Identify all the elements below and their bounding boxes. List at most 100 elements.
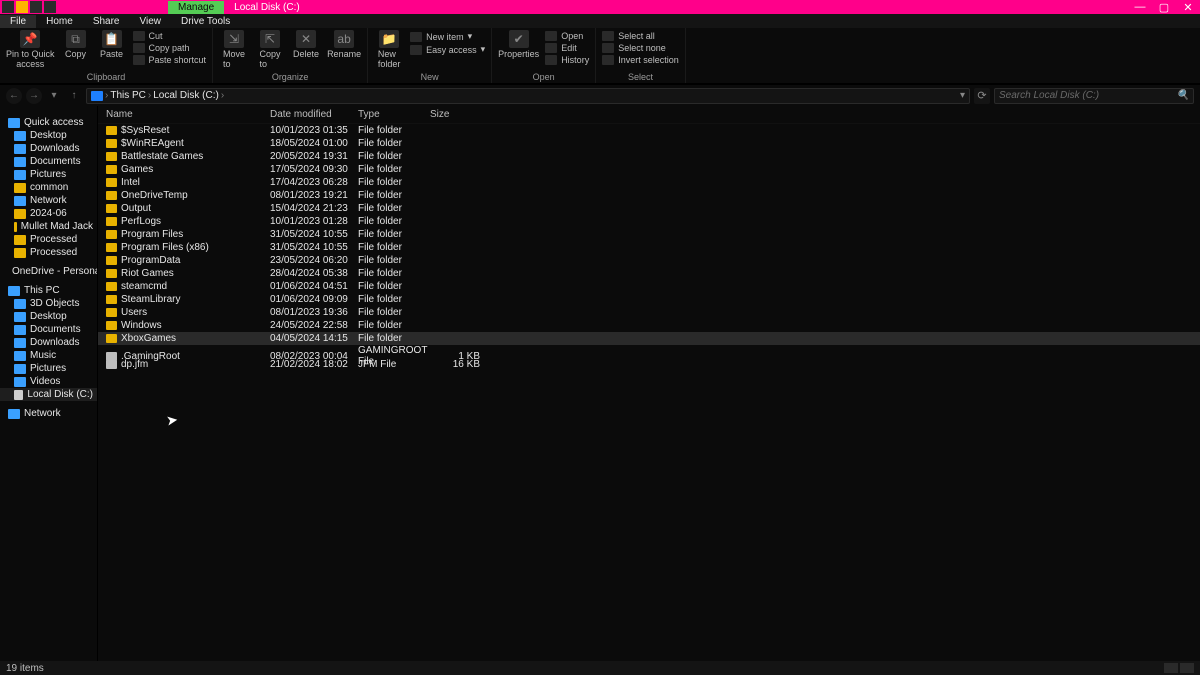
sidebar-item-onedrive[interactable]: OneDrive - Personal — [0, 265, 97, 278]
file-type: File folder — [358, 203, 430, 214]
tab-view[interactable]: View — [130, 15, 172, 28]
nav-forward-button[interactable]: → — [26, 88, 42, 104]
address-bar[interactable]: › This PC › Local Disk (C:) › ▾ — [86, 88, 970, 104]
file-list[interactable]: Name Date modified Type Size $SysReset10… — [98, 106, 1200, 661]
file-row[interactable]: Program Files31/05/2024 10:55File folder — [98, 228, 1200, 241]
sidebar-item-pictures[interactable]: Pictures — [0, 362, 97, 375]
sidebar-item-local-disk-c[interactable]: Local Disk (C:) — [0, 388, 97, 401]
sidebar-item-network[interactable]: Network — [0, 194, 97, 207]
folder-icon — [106, 269, 117, 278]
copy-path-icon — [133, 43, 145, 53]
tab-file[interactable]: File — [0, 15, 36, 28]
file-row[interactable]: PerfLogs10/01/2023 01:28File folder — [98, 215, 1200, 228]
sidebar-item-documents[interactable]: Documents — [0, 155, 97, 168]
refresh-button[interactable]: ⟳ — [974, 88, 990, 104]
search-input[interactable]: Search Local Disk (C:) 🔍 — [994, 88, 1194, 104]
details-view-button[interactable] — [1164, 663, 1178, 673]
select-none-label: Select none — [618, 43, 666, 53]
rename-button[interactable]: abRename — [327, 30, 361, 59]
copy-path-button[interactable]: Copy path — [133, 42, 207, 54]
maximize-button[interactable]: ▢ — [1152, 1, 1176, 14]
address-dropdown-icon[interactable]: ▾ — [960, 90, 965, 101]
sidebar-item-documents[interactable]: Documents — [0, 323, 97, 336]
sidebar-item-quick-access[interactable]: Quick access — [0, 116, 97, 129]
col-date[interactable]: Date modified — [270, 109, 358, 120]
history-button[interactable]: History — [545, 54, 589, 66]
sidebar-item-processed[interactable]: Processed — [0, 246, 97, 259]
file-row[interactable]: .GamingRoot08/02/2023 00:04GAMINGROOT Fi… — [98, 345, 1200, 358]
file-row[interactable]: Riot Games28/04/2024 05:38File folder — [98, 267, 1200, 280]
status-bar: 19 items — [0, 661, 1200, 675]
sidebar-item-desktop[interactable]: Desktop — [0, 310, 97, 323]
nav-back-button[interactable]: ← — [6, 88, 22, 104]
col-name[interactable]: Name — [106, 109, 270, 120]
open-button[interactable]: Open — [545, 30, 589, 42]
sidebar-item-downloads[interactable]: Downloads — [0, 142, 97, 155]
file-row[interactable]: $SysReset10/01/2023 01:35File folder — [98, 124, 1200, 137]
nav-recent-button[interactable]: ▾ — [46, 88, 62, 104]
cut-button[interactable]: Cut — [133, 30, 207, 42]
sidebar-item-music[interactable]: Music — [0, 349, 97, 362]
pin-quick-access-button[interactable]: 📌 Pin to Quick access — [6, 30, 55, 69]
tab-drive-tools[interactable]: Drive Tools — [171, 15, 240, 28]
nav-tree[interactable]: Quick access Desktop Downloads Documents… — [0, 106, 98, 661]
sidebar-item-3d-objects[interactable]: 3D Objects — [0, 297, 97, 310]
file-row[interactable]: $WinREAgent18/05/2024 01:00File folder — [98, 137, 1200, 150]
tab-home[interactable]: Home — [36, 15, 83, 28]
file-row[interactable]: Program Files (x86)31/05/2024 10:55File … — [98, 241, 1200, 254]
file-row[interactable]: dp.jfm21/02/2024 18:02JFM File16 KB — [98, 358, 1200, 371]
file-row[interactable]: Users08/01/2023 19:36File folder — [98, 306, 1200, 319]
easy-access-button[interactable]: Easy access ▾ — [410, 43, 485, 56]
edit-button[interactable]: Edit — [545, 42, 589, 54]
select-none-button[interactable]: Select none — [602, 42, 679, 54]
col-type[interactable]: Type — [358, 109, 430, 120]
sidebar-item-mullet[interactable]: Mullet Mad Jack — [0, 220, 97, 233]
file-row[interactable]: XboxGames04/05/2024 14:15File folder — [98, 332, 1200, 345]
copy-button[interactable]: ⧉ Copy — [61, 30, 91, 59]
easy-access-label: Easy access — [426, 45, 477, 55]
sidebar-item-videos[interactable]: Videos — [0, 375, 97, 388]
ribbon-context-manage[interactable]: Manage — [168, 1, 224, 14]
delete-button[interactable]: ✕Delete — [291, 30, 321, 59]
paste-shortcut-button[interactable]: Paste shortcut — [133, 54, 207, 66]
qat-dd-icon[interactable] — [44, 1, 56, 13]
new-folder-button[interactable]: 📁New folder — [374, 30, 404, 69]
paste-shortcut-icon — [133, 55, 145, 65]
file-row[interactable]: OneDriveTemp08/01/2023 19:21File folder — [98, 189, 1200, 202]
new-item-icon — [410, 32, 422, 42]
invert-selection-button[interactable]: Invert selection — [602, 54, 679, 66]
sidebar-item-this-pc[interactable]: This PC — [0, 284, 97, 297]
breadcrumb-local-disk[interactable]: Local Disk (C:) — [153, 90, 219, 101]
file-row[interactable]: Intel17/04/2023 06:28File folder — [98, 176, 1200, 189]
new-item-button[interactable]: New item ▾ — [410, 30, 485, 43]
file-row[interactable]: ProgramData23/05/2024 06:20File folder — [98, 254, 1200, 267]
column-headers[interactable]: Name Date modified Type Size — [98, 106, 1200, 124]
file-row[interactable]: steamcmd01/06/2024 04:51File folder — [98, 280, 1200, 293]
sidebar-item-network[interactable]: Network — [0, 407, 97, 420]
nav-up-button[interactable]: ↑ — [66, 88, 82, 104]
icons-view-button[interactable] — [1180, 663, 1194, 673]
close-button[interactable]: ✕ — [1176, 1, 1200, 14]
move-to-button[interactable]: ⇲Move to — [219, 30, 249, 69]
file-row[interactable]: Output15/04/2024 21:23File folder — [98, 202, 1200, 215]
file-row[interactable]: Windows24/05/2024 22:58File folder — [98, 319, 1200, 332]
sidebar-item-processed[interactable]: Processed — [0, 233, 97, 246]
file-row[interactable]: Battlestate Games20/05/2024 19:31File fo… — [98, 150, 1200, 163]
col-size[interactable]: Size — [430, 109, 486, 120]
minimize-button[interactable]: — — [1128, 1, 1152, 14]
file-row[interactable]: Games17/05/2024 09:30File folder — [98, 163, 1200, 176]
sidebar-item-pictures[interactable]: Pictures — [0, 168, 97, 181]
sidebar-item-downloads[interactable]: Downloads — [0, 336, 97, 349]
select-all-button[interactable]: Select all — [602, 30, 679, 42]
breadcrumb-this-pc[interactable]: This PC — [110, 90, 146, 101]
paste-button[interactable]: 📋 Paste — [97, 30, 127, 59]
sidebar-item-2024-06[interactable]: 2024-06 — [0, 207, 97, 220]
title-bar: Manage Local Disk (C:) — ▢ ✕ — [0, 0, 1200, 14]
sidebar-item-desktop[interactable]: Desktop — [0, 129, 97, 142]
tab-share[interactable]: Share — [83, 15, 130, 28]
copy-to-button[interactable]: ⇱Copy to — [255, 30, 285, 69]
properties-button[interactable]: ✔Properties — [498, 30, 539, 59]
file-row[interactable]: SteamLibrary01/06/2024 09:09File folder — [98, 293, 1200, 306]
rename-icon: ab — [334, 30, 354, 48]
sidebar-item-common[interactable]: common — [0, 181, 97, 194]
